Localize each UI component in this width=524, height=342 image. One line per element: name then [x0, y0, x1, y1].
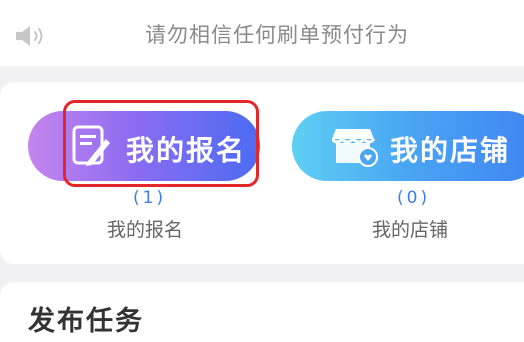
shop-count: (0) — [397, 188, 431, 208]
highlight-box — [63, 100, 259, 187]
my-shop-button[interactable]: 我的店铺 — [292, 111, 524, 181]
notice-text: 请勿相信任何刷单预付行为 — [145, 23, 409, 47]
signup-caption[interactable]: 我的报名 — [107, 215, 183, 242]
shop-icon — [332, 129, 378, 167]
signup-count: (1) — [133, 188, 167, 208]
notice-bar: 请勿相信任何刷单预付行为 — [0, 0, 524, 66]
publish-task-section: 发布任务 — [0, 282, 524, 342]
shop-caption[interactable]: 我的店铺 — [372, 215, 448, 242]
section-title: 发布任务 — [28, 306, 144, 337]
my-shop-button-label: 我的店铺 — [390, 134, 511, 167]
